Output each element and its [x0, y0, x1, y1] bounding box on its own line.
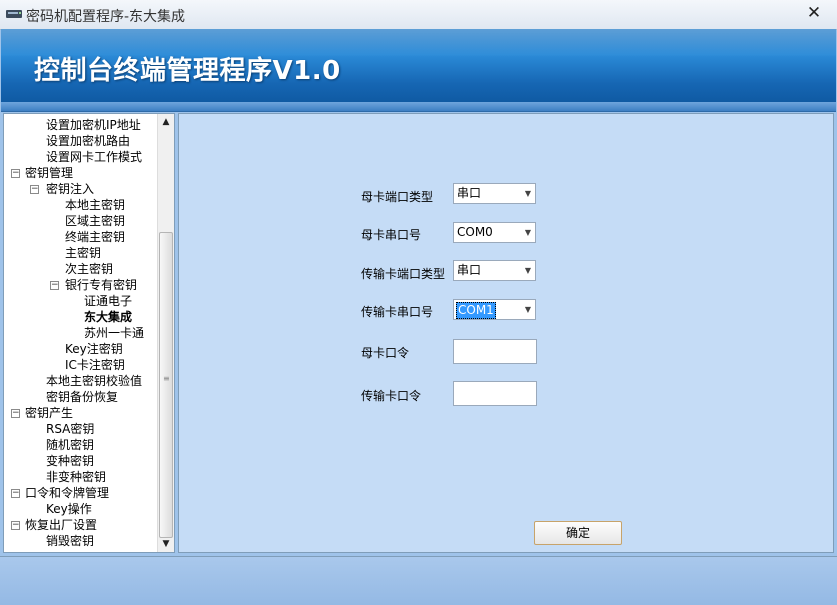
- scroll-down-icon[interactable]: ▼: [158, 536, 174, 552]
- tree-item[interactable]: 销毁密钥: [46, 533, 94, 549]
- tree-item[interactable]: 密钥产生: [25, 405, 73, 421]
- transfer-password-label: 传输卡口令: [361, 389, 422, 403]
- chevron-down-icon: ▼: [524, 228, 531, 237]
- tree-item[interactable]: 主密钥: [65, 245, 101, 261]
- transfer-serial-label: 传输卡串口号: [361, 305, 434, 319]
- mother-password-label: 母卡口令: [361, 346, 410, 360]
- chevron-down-icon: ▼: [524, 189, 531, 198]
- scroll-thumb[interactable]: ≡: [159, 232, 173, 538]
- grip-icon: ≡: [163, 374, 170, 383]
- banner-divider: [1, 102, 836, 112]
- tree-item[interactable]: 苏州一卡通: [84, 325, 144, 341]
- mother-serial-label: 母卡串口号: [361, 228, 422, 242]
- chevron-down-icon: ▼: [524, 266, 531, 275]
- title-bar: 密码机配置程序-东大集成 ✕: [0, 0, 837, 30]
- tree-item[interactable]: 密钥注入: [46, 181, 94, 197]
- tree-item[interactable]: 本地主密钥: [65, 197, 125, 213]
- tree-item[interactable]: 口令和令牌管理: [25, 485, 109, 501]
- confirm-button[interactable]: 确定: [534, 521, 622, 545]
- mother-serial-value: COM0: [457, 225, 493, 239]
- tree-item[interactable]: 密钥备份恢复: [46, 389, 118, 405]
- tree-item[interactable]: Key操作: [46, 501, 92, 517]
- tree-item[interactable]: 东大集成: [84, 309, 132, 325]
- transfer-port-type-select[interactable]: 串口 ▼: [453, 260, 536, 281]
- close-icon[interactable]: ✕: [805, 3, 823, 23]
- tree-item[interactable]: 变种密钥: [46, 453, 94, 469]
- collapse-icon[interactable]: −: [50, 281, 59, 290]
- chevron-down-icon: ▼: [524, 305, 531, 314]
- transfer-password-input[interactable]: [453, 381, 537, 406]
- tree-item[interactable]: 设置网卡工作模式: [46, 149, 142, 165]
- tree-item[interactable]: 本地主密钥校验值: [46, 373, 142, 389]
- collapse-icon[interactable]: −: [30, 185, 39, 194]
- scroll-up-icon[interactable]: ▲: [158, 114, 174, 130]
- tree-item[interactable]: 恢复出厂设置: [25, 517, 97, 533]
- tree-item[interactable]: 非变种密钥: [46, 469, 106, 485]
- tree-item[interactable]: 区域主密钥: [65, 213, 125, 229]
- tree-item[interactable]: IC卡注密钥: [65, 357, 125, 373]
- mother-port-type-select[interactable]: 串口 ▼: [453, 183, 536, 204]
- tree-item[interactable]: 银行专有密钥: [65, 277, 137, 293]
- tree-item[interactable]: RSA密钥: [46, 421, 94, 437]
- mother-port-type-value: 串口: [457, 186, 482, 200]
- mother-serial-select[interactable]: COM0 ▼: [453, 222, 536, 243]
- transfer-port-type-label: 传输卡端口类型: [361, 267, 446, 281]
- tree-item[interactable]: 密钥管理: [25, 165, 73, 181]
- main-window: 密码机配置程序-东大集成 ✕ 控制台终端管理程序V1.0 设置加密机IP地址 设置…: [0, 0, 837, 605]
- app-heading: 控制台终端管理程序V1.0: [34, 56, 341, 86]
- status-bar: [0, 556, 837, 605]
- transfer-serial-value: COM1: [456, 302, 496, 319]
- header-banner: 控制台终端管理程序V1.0: [1, 29, 836, 102]
- navigation-tree-panel: 设置加密机IP地址 设置加密机路由 设置网卡工作模式 − 密钥管理 − 密钥注入 本地主密钥区…: [3, 113, 175, 553]
- tree-item[interactable]: 终端主密钥: [65, 229, 125, 245]
- tree-item[interactable]: 设置加密机路由: [46, 133, 130, 149]
- settings-form: 母卡端口类型 串口 ▼ 母卡串口号 COM0 ▼ 传输卡端口类型 串口 ▼ 传输…: [178, 113, 834, 553]
- collapse-icon[interactable]: −: [11, 409, 20, 418]
- tree-item[interactable]: 设置加密机IP地址: [46, 117, 141, 133]
- collapse-icon[interactable]: −: [11, 489, 20, 498]
- tree-scrollbar[interactable]: ▲ ≡ ▼: [157, 114, 174, 552]
- navigation-tree: 设置加密机IP地址 设置加密机路由 设置网卡工作模式 − 密钥管理 − 密钥注入 本地主密钥区…: [4, 114, 160, 552]
- collapse-icon[interactable]: −: [11, 521, 20, 530]
- mother-password-input[interactable]: [453, 339, 537, 364]
- collapse-icon[interactable]: −: [11, 169, 20, 178]
- mother-port-type-label: 母卡端口类型: [361, 190, 434, 204]
- app-icon: [6, 10, 22, 18]
- tree-item[interactable]: 随机密钥: [46, 437, 94, 453]
- tree-item[interactable]: 次主密钥: [65, 261, 113, 277]
- tree-item[interactable]: 证通电子: [84, 293, 132, 309]
- transfer-serial-select[interactable]: COM1 ▼: [453, 299, 536, 320]
- tree-item[interactable]: Key注密钥: [65, 341, 123, 357]
- window-title: 密码机配置程序-东大集成: [26, 9, 186, 25]
- transfer-port-type-value: 串口: [457, 263, 482, 277]
